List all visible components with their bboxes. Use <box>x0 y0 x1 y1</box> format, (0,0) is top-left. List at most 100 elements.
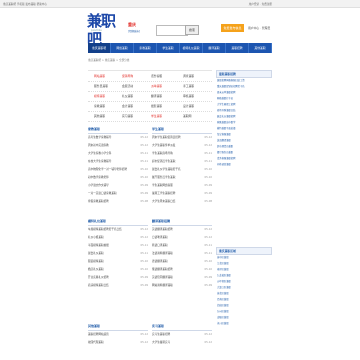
item-title[interactable]: 在校大学生家教辅导 <box>88 158 111 166</box>
item-title[interactable]: 商演模特兼职日结 <box>88 282 109 290</box>
item-title[interactable]: 一对一英语口语家教兼职 <box>88 190 117 198</box>
list-item[interactable]: 开业庆典礼仪招聘 05-09 <box>88 274 148 282</box>
item-title[interactable]: 餐厅服务员学生兼职 <box>152 174 175 182</box>
sidebar-link[interactable]: 问卷调查兼职 <box>216 162 272 168</box>
item-title[interactable]: 服装模特兼职 <box>88 258 104 266</box>
list-item[interactable]: 校园代理兼职 05-12 <box>88 339 148 347</box>
item-title[interactable]: 大学生兼职传单派发 <box>152 142 175 150</box>
category-link[interactable]: 派单兼职 <box>151 84 162 88</box>
list-item[interactable]: 小学语文作文辅导 05-09 <box>88 182 148 190</box>
item-title[interactable]: 车展模特兼职招聘若干名日结 <box>88 226 122 234</box>
category-link[interactable]: 学生兼职 <box>151 114 162 118</box>
item-title[interactable]: 法语资料翻译兼职 <box>152 250 173 258</box>
item-title[interactable]: 展会礼仪学生兼职若干名 <box>152 166 181 174</box>
category-link[interactable]: 会计兼职 <box>122 104 133 108</box>
category-link[interactable]: 促销导购 <box>122 74 133 78</box>
item-title[interactable]: 小学语文作文辅导 <box>88 182 109 190</box>
list-item[interactable]: 大学生暑期实习 05-12 <box>152 339 212 347</box>
list-item[interactable]: 英语陪同翻译兼职 05-09 <box>152 274 212 282</box>
list-item[interactable]: 大学生兼职传单派发 05-12 <box>152 142 212 150</box>
item-title[interactable]: 俄语翻译兼职招聘 <box>152 266 173 274</box>
item-title[interactable]: 网站资料翻译兼职 <box>152 282 173 290</box>
nav-item-1[interactable]: 网络兼职 <box>111 43 134 53</box>
nav-item-5[interactable]: 翻译兼职 <box>203 43 226 53</box>
list-item[interactable]: 服装模特兼职 05-10 <box>88 258 148 266</box>
list-item[interactable]: 韩语口译兼职 05-11 <box>152 242 212 250</box>
list-item[interactable]: 网站资料翻译兼职 05-09 <box>152 282 212 290</box>
item-title[interactable]: 婚庆礼仪兼职 <box>88 266 104 274</box>
item-title[interactable]: 超市促销员学生兼职 <box>152 158 175 166</box>
item-title[interactable]: 英语翻译兼职招聘 <box>152 226 173 234</box>
list-item[interactable]: 礼仪小姐兼职 05-12 <box>88 234 148 242</box>
category-link[interactable]: 会展活动 <box>122 84 133 88</box>
post-info-button[interactable]: 免费发布信息 <box>221 24 244 32</box>
item-title[interactable]: 初中数学家教老师 <box>88 174 109 182</box>
item-title[interactable]: 大学生暑期实习 <box>152 339 170 347</box>
item-title[interactable]: 高中物理化学一对一辅导老师招聘 <box>88 166 127 174</box>
search-button[interactable]: 搜索 <box>185 25 199 35</box>
category-link[interactable]: 服务员兼职 <box>94 84 108 88</box>
list-item[interactable]: 法语资料翻译兼职 05-11 <box>152 250 212 258</box>
category-link[interactable]: 模特兼职 <box>94 94 105 98</box>
item-title[interactable]: 展会礼仪兼职 <box>88 250 104 258</box>
item-title[interactable]: 礼仪小姐兼职 <box>88 234 104 242</box>
item-title[interactable]: 周末初中英语家教 <box>88 142 109 150</box>
list-item[interactable]: 在校大学生家教辅导 05-11 <box>88 158 148 166</box>
category-link[interactable]: 其他兼职 <box>94 114 105 118</box>
list-item[interactable]: 展会礼仪兼职 05-11 <box>88 250 148 258</box>
city-selector[interactable]: 重庆 [切换城市] <box>128 22 140 33</box>
item-title[interactable]: 大学生周末兼职日结 <box>152 198 175 206</box>
item-title[interactable]: 实习生兼职招聘 <box>152 331 170 339</box>
list-item[interactable]: 学生兼职商场导购 05-11 <box>152 150 212 158</box>
list-item[interactable]: 周末初中英语家教 05-12 <box>88 142 148 150</box>
item-title[interactable]: 校园代理兼职 <box>88 339 104 347</box>
category-link[interactable]: 调查兼职 <box>183 74 194 78</box>
list-item[interactable]: 兼职招聘网站运营 05-12 <box>88 331 148 339</box>
top-links[interactable]: 重庆兼职吧 手机版 发布兼职 帮助中心 <box>3 2 47 6</box>
list-item[interactable]: 超市促销员学生兼职 05-11 <box>152 158 212 166</box>
item-title[interactable]: 高考生数学家教辅导 <box>88 134 111 142</box>
item-title[interactable]: 韩语口译兼职 <box>152 242 168 250</box>
category-link[interactable]: 摄影兼职 <box>151 104 162 108</box>
list-item[interactable]: 初中数学家教老师 05-10 <box>88 174 148 182</box>
list-item[interactable]: 大学生周末兼职日结 05-08 <box>152 198 212 206</box>
list-item[interactable]: 周末学生兼职促销员招聘 05-12 <box>152 134 212 142</box>
item-title[interactable]: 学生兼职网络客服 <box>152 182 173 190</box>
category-link[interactable]: 兼职网 <box>183 114 191 118</box>
list-item[interactable]: 德语翻译兼职 05-10 <box>152 258 212 266</box>
item-title[interactable]: 寒假家教兼职招聘 <box>88 198 109 206</box>
nav-item-6[interactable]: 兼职招聘 <box>226 43 249 53</box>
list-item[interactable]: 寒假家教兼职招聘 05-08 <box>88 198 148 206</box>
list-item[interactable]: 平面模特兼职拍摄 05-11 <box>88 242 148 250</box>
list-item[interactable]: 英语翻译兼职招聘 05-12 <box>152 226 212 234</box>
category-link[interactable]: 设计兼职 <box>183 104 194 108</box>
category-link[interactable]: 网站兼职 <box>94 74 105 78</box>
list-item[interactable]: 高中物理化学一对一辅导老师招聘 05-10 <box>88 166 148 174</box>
search-input[interactable] <box>156 25 188 36</box>
category-link[interactable]: 话务客服 <box>151 74 162 78</box>
list-item[interactable]: 俄语翻译兼职招聘 05-10 <box>152 266 212 274</box>
list-item[interactable]: 日语笔译兼职 05-12 <box>152 234 212 242</box>
item-title[interactable]: 德语翻译兼职 <box>152 258 168 266</box>
switch-city-link[interactable]: [切换城市] <box>128 29 140 33</box>
item-title[interactable]: 兼职招聘网站运营 <box>88 331 109 339</box>
list-item[interactable]: 一对一英语口语家教兼职 05-09 <box>88 190 148 198</box>
nav-item-0[interactable]: 重庆兼职吧 <box>88 43 111 53</box>
site-logo[interactable]: 兼职吧 jianzhiba <box>87 12 125 48</box>
item-title[interactable]: 平面模特兼职拍摄 <box>88 242 109 250</box>
list-item[interactable]: 车展模特兼职招聘若干名日结 05-12 <box>88 226 148 234</box>
list-item[interactable]: 展会礼仪学生兼职若干名 05-10 <box>152 166 212 174</box>
list-item[interactable]: 学生兼职网络客服 05-09 <box>152 182 212 190</box>
category-link[interactable]: 礼仪兼职 <box>122 94 133 98</box>
category-link[interactable]: 家教兼职 <box>94 104 105 108</box>
item-title[interactable]: 学生兼职商场导购 <box>152 150 173 158</box>
item-title[interactable]: 英语陪同翻译兼职 <box>152 274 173 282</box>
category-link[interactable]: 翻译兼职 <box>151 94 162 98</box>
login-links[interactable]: 用户登录 · 免费注册 <box>249 2 272 6</box>
nav-item-7[interactable]: 其他兼职 <box>249 43 272 53</box>
category-link[interactable]: 审核兼职 <box>183 94 194 98</box>
list-item[interactable]: 暑期工学生兼职招聘 05-09 <box>152 190 212 198</box>
list-item[interactable]: 高考生数学家教辅导 05-12 <box>88 134 148 142</box>
nav-item-3[interactable]: 学生兼职 <box>157 43 180 53</box>
category-link[interactable]: 手工兼职 <box>183 84 194 88</box>
